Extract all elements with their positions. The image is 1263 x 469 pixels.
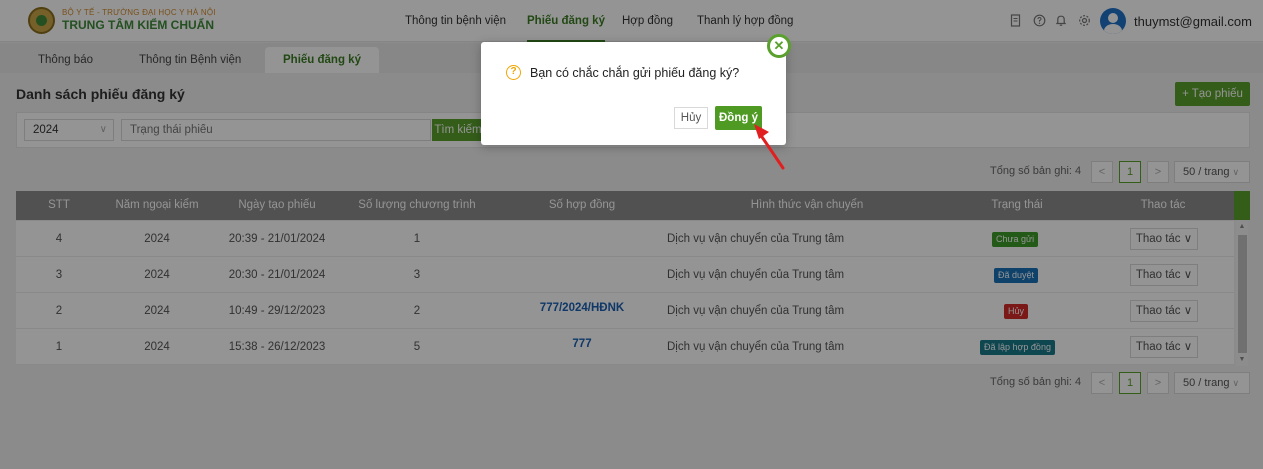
- close-icon[interactable]: ✕: [767, 34, 791, 58]
- annotation-arrow-icon: [754, 124, 785, 170]
- cancel-button[interactable]: Hủy: [674, 107, 708, 129]
- confirm-dialog: ? Bạn có chắc chắn gửi phiếu đăng ký? Hủ…: [481, 42, 786, 145]
- question-icon: ?: [506, 65, 521, 80]
- dialog-message: Bạn có chắc chắn gửi phiếu đăng ký?: [530, 66, 740, 80]
